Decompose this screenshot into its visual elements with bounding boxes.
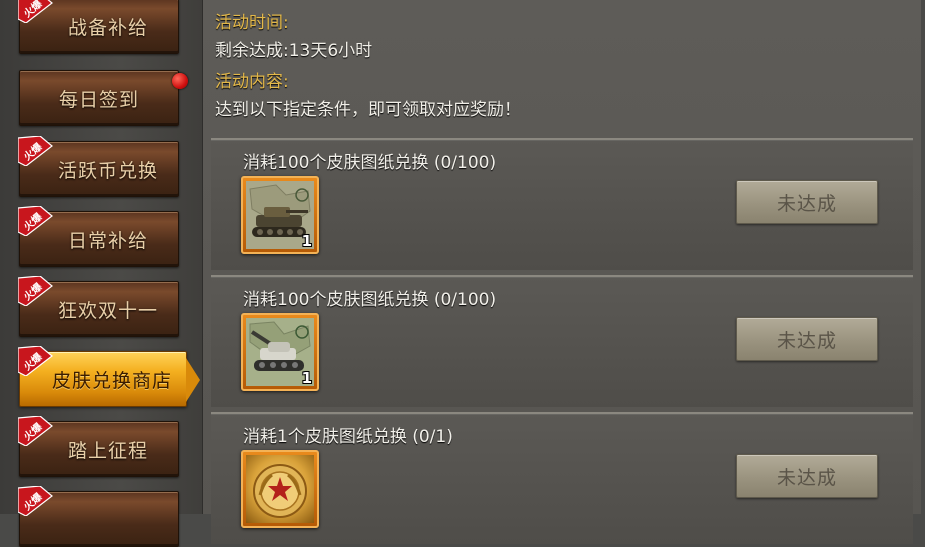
sidebar: 火爆 战备补给 每日签到 火爆 活跃币兑换 火爆 日常补给 火爆 狂欢双十一 火… xyxy=(0,0,202,547)
sidebar-item-label: 日常补给 xyxy=(67,229,148,252)
reward-item[interactable] xyxy=(241,450,319,528)
activity-time-section: 活动时间: 剩余达成:13天6小时 xyxy=(215,8,372,61)
task-row: 消耗100个皮肤图纸兑换 (0/100) 1 未达成 xyxy=(211,275,913,407)
activity-panel: 活动时间: 剩余达成:13天6小时 活动内容: 达到以下指定条件，即可领取对应奖… xyxy=(202,0,921,544)
sidebar-item-journey[interactable]: 火爆 踏上征程 xyxy=(18,416,179,477)
sidebar-item-label: 每日签到 xyxy=(58,88,139,111)
claim-button[interactable]: 未达成 xyxy=(736,317,878,361)
sidebar-item-label: 活跃币兑换 xyxy=(57,159,158,182)
reward-item[interactable]: 1 xyxy=(241,313,319,391)
hot-badge-label: 火爆 xyxy=(21,490,45,513)
remaining-time-text: 剩余达成:13天6小时 xyxy=(215,41,373,61)
active-arrow-icon xyxy=(186,358,200,402)
task-row: 消耗1个皮肤图纸兑换 (0/1) 未达成 xyxy=(211,412,913,544)
activity-content-text: 达到以下指定条件，即可领取对应奖励！ xyxy=(215,100,521,120)
reward-count: 1 xyxy=(301,369,312,387)
sidebar-item-daily-supply[interactable]: 火爆 日常补给 xyxy=(18,206,179,267)
sidebar-item-more[interactable]: 火爆 xyxy=(18,486,179,547)
activity-content-heading: 活动内容: xyxy=(215,72,289,92)
sidebar-item-coin-exchange[interactable]: 火爆 活跃币兑换 xyxy=(18,136,179,197)
sidebar-item-daily-checkin[interactable]: 每日签到 xyxy=(19,70,188,126)
reward-item[interactable]: 1 xyxy=(241,176,319,254)
sidebar-item-skin-shop[interactable]: 火爆 皮肤兑换商店 xyxy=(18,346,200,407)
sidebar-item-label: 皮肤兑换商店 xyxy=(51,369,172,392)
hot-badge-label: 火爆 xyxy=(21,420,45,443)
reward-count: 1 xyxy=(301,232,312,250)
hot-badge-label: 火爆 xyxy=(21,0,45,20)
sidebar-item-label: 踏上征程 xyxy=(67,439,148,462)
task-title: 消耗1个皮肤图纸兑换 (0/1) xyxy=(243,427,453,447)
sidebar-item-combat-supply[interactable]: 火爆 战备补给 xyxy=(18,0,179,54)
claim-button[interactable]: 未达成 xyxy=(736,454,878,498)
hot-badge-icon: 火爆 xyxy=(18,416,54,446)
hot-badge-label: 火爆 xyxy=(21,210,45,233)
medal-emblem-icon xyxy=(246,455,314,523)
task-title: 消耗100个皮肤图纸兑换 (0/100) xyxy=(243,153,497,173)
task-row: 消耗100个皮肤图纸兑换 (0/100) 1 未达成 xyxy=(211,138,913,270)
hot-badge-icon: 火爆 xyxy=(18,0,54,23)
hot-badge-icon: 火爆 xyxy=(18,206,54,236)
sidebar-item-label: 战备补给 xyxy=(67,16,148,39)
task-title: 消耗100个皮肤图纸兑换 (0/100) xyxy=(243,290,497,310)
sidebar-item-label: 狂欢双十一 xyxy=(57,299,158,322)
hot-badge-icon: 火爆 xyxy=(18,486,54,516)
activity-content-section: 活动内容: 达到以下指定条件，即可领取对应奖励！ xyxy=(215,67,521,120)
activity-time-heading: 活动时间: xyxy=(215,13,289,33)
sidebar-item-double-eleven[interactable]: 火爆 狂欢双十一 xyxy=(18,276,179,337)
notification-dot-icon xyxy=(172,73,188,89)
claim-button[interactable]: 未达成 xyxy=(736,180,878,224)
